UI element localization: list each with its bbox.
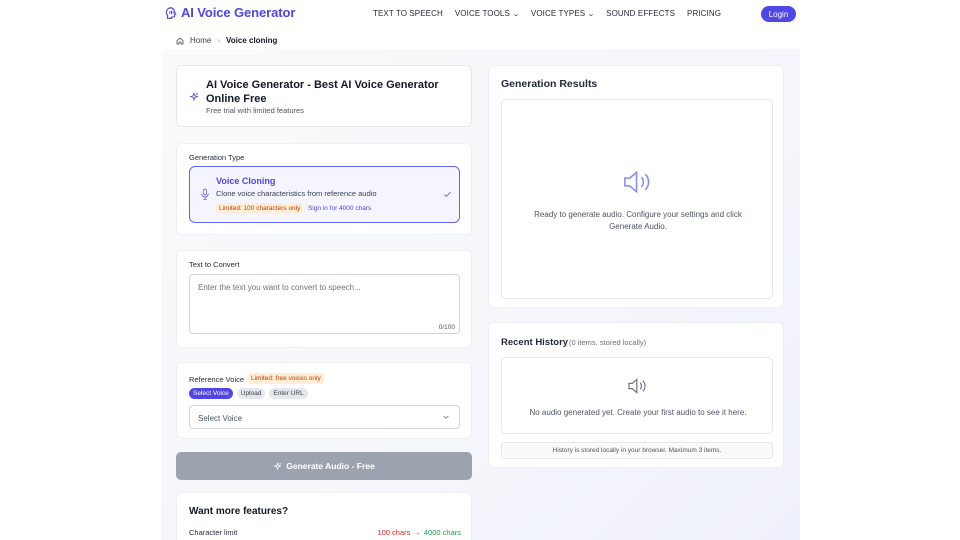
results-title: Generation Results	[501, 78, 598, 90]
generation-type-label: Generation Type	[189, 153, 245, 162]
main-nav: TEXT TO SPEECH VOICE TOOLS ⌄ VOICE TYPES ⌄…	[373, 9, 721, 18]
tab-upload[interactable]: Upload	[236, 388, 266, 399]
generate-audio-button[interactable]: Generate Audio - Free	[176, 452, 472, 480]
page-subtitle: Free trial with limited features	[206, 106, 304, 115]
features-title: Want more features?	[189, 506, 289, 517]
history-meta: (0 items, stored locally)	[569, 338, 647, 347]
voice-select[interactable]: Select Voice	[189, 405, 460, 429]
generation-type-card: Generation Type Voice Cloning Clone voic…	[176, 143, 472, 235]
nav-label: TEXT TO SPEECH	[373, 9, 443, 18]
text-input-card: Text to Convert Enter the text you want …	[176, 250, 472, 348]
voice-select-value: Select Voice	[198, 414, 243, 423]
tab-select-voice[interactable]: Select Voice	[189, 388, 233, 399]
nav-text-to-speech[interactable]: TEXT TO SPEECH	[373, 9, 443, 18]
sparkle-icon	[189, 92, 199, 102]
history-title: Recent History	[501, 337, 569, 348]
head-sound-icon	[165, 6, 177, 19]
generate-audio-label: Generate Audio - Free	[286, 461, 375, 471]
nav-pricing[interactable]: PRICING	[687, 9, 721, 18]
ready-message: Ready to generate audio. Configure your …	[534, 210, 742, 231]
sparkle-icon	[273, 461, 282, 470]
speaker-icon	[624, 170, 650, 194]
breadcrumb-home[interactable]: Home	[190, 36, 211, 45]
speaker-icon	[628, 378, 646, 394]
logo[interactable]: AI Voice Generator	[164, 5, 295, 20]
nav-sound-effects[interactable]: SOUND EFFECTS	[606, 9, 675, 18]
feature-new-value: 4000 chars	[423, 528, 461, 537]
option-title: Voice Cloning	[216, 176, 276, 186]
nav-voice-tools[interactable]: VOICE TOOLS ⌄	[454, 9, 520, 18]
login-button[interactable]: Login	[761, 6, 796, 22]
text-input-field[interactable]: Enter the text you want to convert to sp…	[189, 274, 460, 334]
reference-voice-label: Reference Voice	[189, 375, 245, 384]
home-icon	[176, 37, 184, 44]
nav-label: VOICE TYPES	[530, 9, 586, 18]
chevron-down-icon: ⌄	[587, 10, 596, 18]
chevron-down-icon: ⌄	[512, 10, 520, 18]
check-icon	[444, 191, 451, 198]
feature-old-value: 100 chars	[377, 528, 411, 537]
page-title: AI Voice Generator - Best AI Voice Gener…	[206, 79, 439, 105]
results-card: Generation Results Ready to generate aud…	[488, 65, 784, 308]
nav-voice-types[interactable]: VOICE TYPES ⌄	[530, 9, 596, 18]
chevron-right-icon: ›	[217, 36, 221, 45]
tab-enter-url[interactable]: Enter URL	[269, 388, 308, 399]
top-header: AI Voice Generator TEXT TO SPEECH VOICE …	[0, 0, 960, 28]
logo-text: AI Voice Generator	[181, 5, 296, 20]
text-input-placeholder: Enter the text you want to convert to sp…	[198, 283, 361, 292]
nav-label: PRICING	[687, 9, 722, 18]
voice-cloning-option[interactable]: Voice Cloning Clone voice characteristic…	[189, 166, 460, 223]
history-note: History is stored locally in your browse…	[501, 442, 773, 459]
option-description: Clone voice characteristics from referen…	[216, 189, 377, 198]
free-voices-badge: Limited: free voices only	[248, 373, 324, 384]
microphone-icon	[201, 188, 209, 200]
nav-label: VOICE TOOLS	[454, 9, 510, 18]
breadcrumb: Home › Voice cloning	[176, 36, 277, 45]
breadcrumb-current: Voice cloning	[226, 36, 278, 45]
history-empty-state: No audio generated yet. Create your firs…	[501, 357, 773, 434]
arrow-right-icon: →	[413, 528, 421, 537]
voice-source-tabs: Select Voice Upload Enter URL	[189, 388, 308, 399]
feature-label: Character limit	[189, 528, 238, 537]
results-placeholder: Ready to generate audio. Configure your …	[501, 99, 773, 299]
signin-link[interactable]: Sign in for 4000 chars	[308, 205, 371, 212]
feature-values: 100 chars → 4000 chars	[377, 528, 461, 537]
nav-label: SOUND EFFECTS	[606, 9, 676, 18]
intro-card: AI Voice Generator - Best AI Voice Gener…	[176, 65, 472, 127]
history-empty-message: No audio generated yet. Create your firs…	[529, 408, 747, 417]
text-input-label: Text to Convert	[189, 260, 240, 269]
limit-badge: Limited: 100 characters only	[216, 203, 304, 214]
history-card: Recent History (0 items, stored locally)…	[488, 322, 784, 468]
chevron-down-icon	[443, 415, 449, 419]
character-counter: 0/100	[438, 324, 455, 331]
features-card: Want more features? Character limit 100 …	[176, 492, 472, 540]
reference-voice-card: Reference Voice Limited: free voices onl…	[176, 362, 472, 439]
feature-row: Character limit 100 chars → 4000 chars	[189, 528, 461, 537]
